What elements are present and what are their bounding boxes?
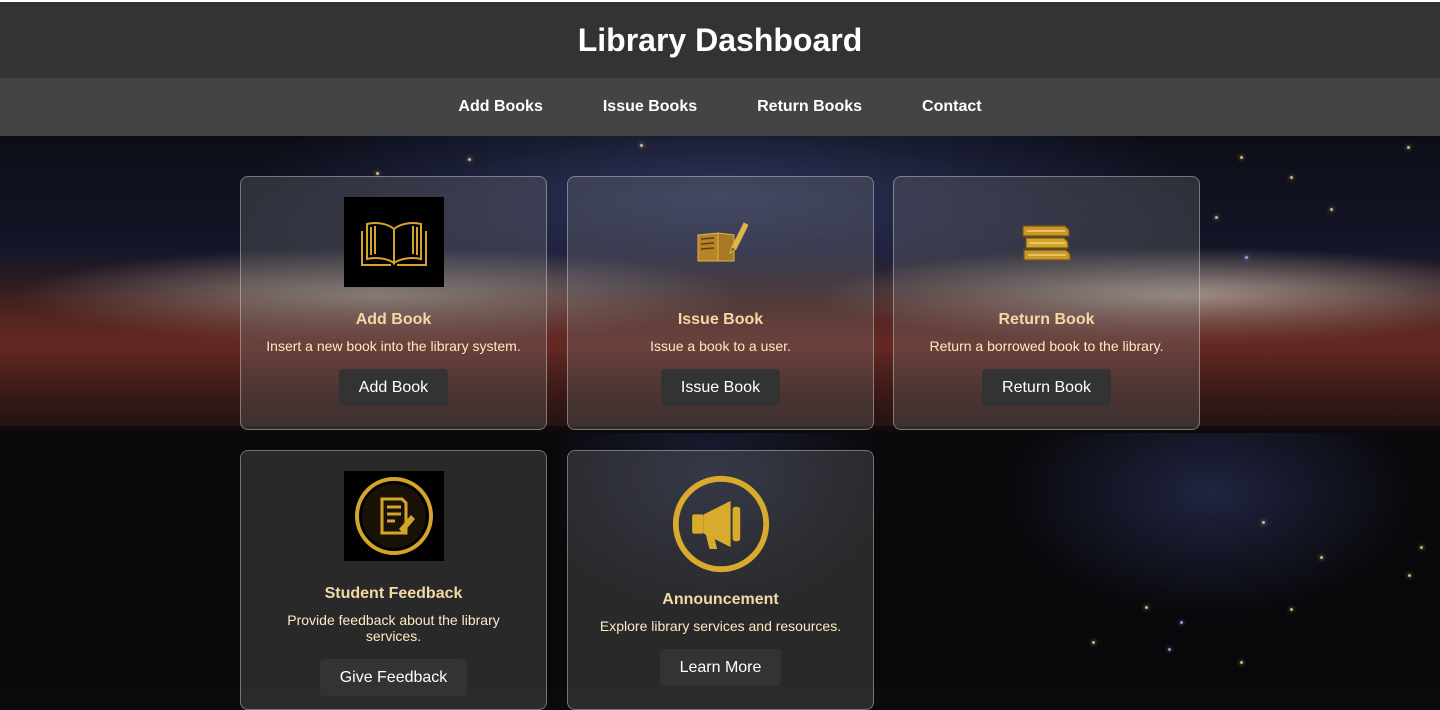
sparkle <box>1262 521 1265 524</box>
return-book-button[interactable]: Return Book <box>982 369 1111 406</box>
card-description: Return a borrowed book to the library. <box>929 338 1164 354</box>
student-feedback-card: Student Feedback Provide feedback about … <box>240 450 547 710</box>
sparkle <box>1180 621 1183 624</box>
megaphone-icon <box>671 471 771 577</box>
sparkle <box>1320 556 1323 559</box>
issue-book-button[interactable]: Issue Book <box>660 369 781 406</box>
sparkle <box>640 144 643 147</box>
page-header: Library Dashboard <box>0 2 1440 78</box>
sparkle <box>1407 146 1410 149</box>
book-stack-icon <box>997 197 1097 287</box>
sparkle <box>1168 648 1171 651</box>
announcement-card: Announcement Explore library services an… <box>567 450 874 710</box>
add-book-card: Add Book Insert a new book into the libr… <box>240 176 547 430</box>
open-book-icon <box>343 197 444 287</box>
sparkle <box>1215 216 1218 219</box>
sparkle <box>1240 661 1243 664</box>
card-description: Issue a book to a user. <box>650 338 791 354</box>
card-description: Explore library services and resources. <box>599 618 842 634</box>
learn-more-button[interactable]: Learn More <box>659 649 782 686</box>
card-title: Return Book <box>998 311 1095 328</box>
return-book-card: Return Book Return a borrowed book to th… <box>893 176 1200 430</box>
give-feedback-button[interactable]: Give Feedback <box>319 659 468 696</box>
issue-book-card: Issue Book Issue a book to a user. Issue… <box>567 176 874 430</box>
card-title: Announcement <box>662 591 779 608</box>
card-title: Add Book <box>355 311 432 328</box>
nav-add-books[interactable]: Add Books <box>458 98 542 116</box>
sparkle <box>1408 574 1411 577</box>
sparkle <box>1240 156 1243 159</box>
sparkle <box>1290 176 1293 179</box>
nav-contact[interactable]: Contact <box>922 98 982 116</box>
sparkle <box>1330 208 1333 211</box>
sparkle <box>1245 256 1248 259</box>
add-book-button[interactable]: Add Book <box>338 369 449 406</box>
book-pen-icon <box>671 197 771 287</box>
card-title: Student Feedback <box>324 585 463 602</box>
card-title: Issue Book <box>677 311 764 328</box>
sparkle <box>1290 608 1293 611</box>
card-description: Insert a new book into the library syste… <box>266 338 521 354</box>
card-description: Provide feedback about the library servi… <box>287 612 500 644</box>
sparkle <box>1092 641 1095 644</box>
sparkle <box>1420 546 1423 549</box>
sparkle <box>376 172 379 175</box>
nav-issue-books[interactable]: Issue Books <box>603 98 697 116</box>
sparkle <box>1145 606 1148 609</box>
nav-return-books[interactable]: Return Books <box>757 98 862 116</box>
main-navigation: Add Books Issue Books Return Books Conta… <box>0 78 1440 136</box>
sparkle <box>468 158 471 161</box>
page-title: Library Dashboard <box>577 21 863 58</box>
feedback-document-icon <box>343 471 444 561</box>
